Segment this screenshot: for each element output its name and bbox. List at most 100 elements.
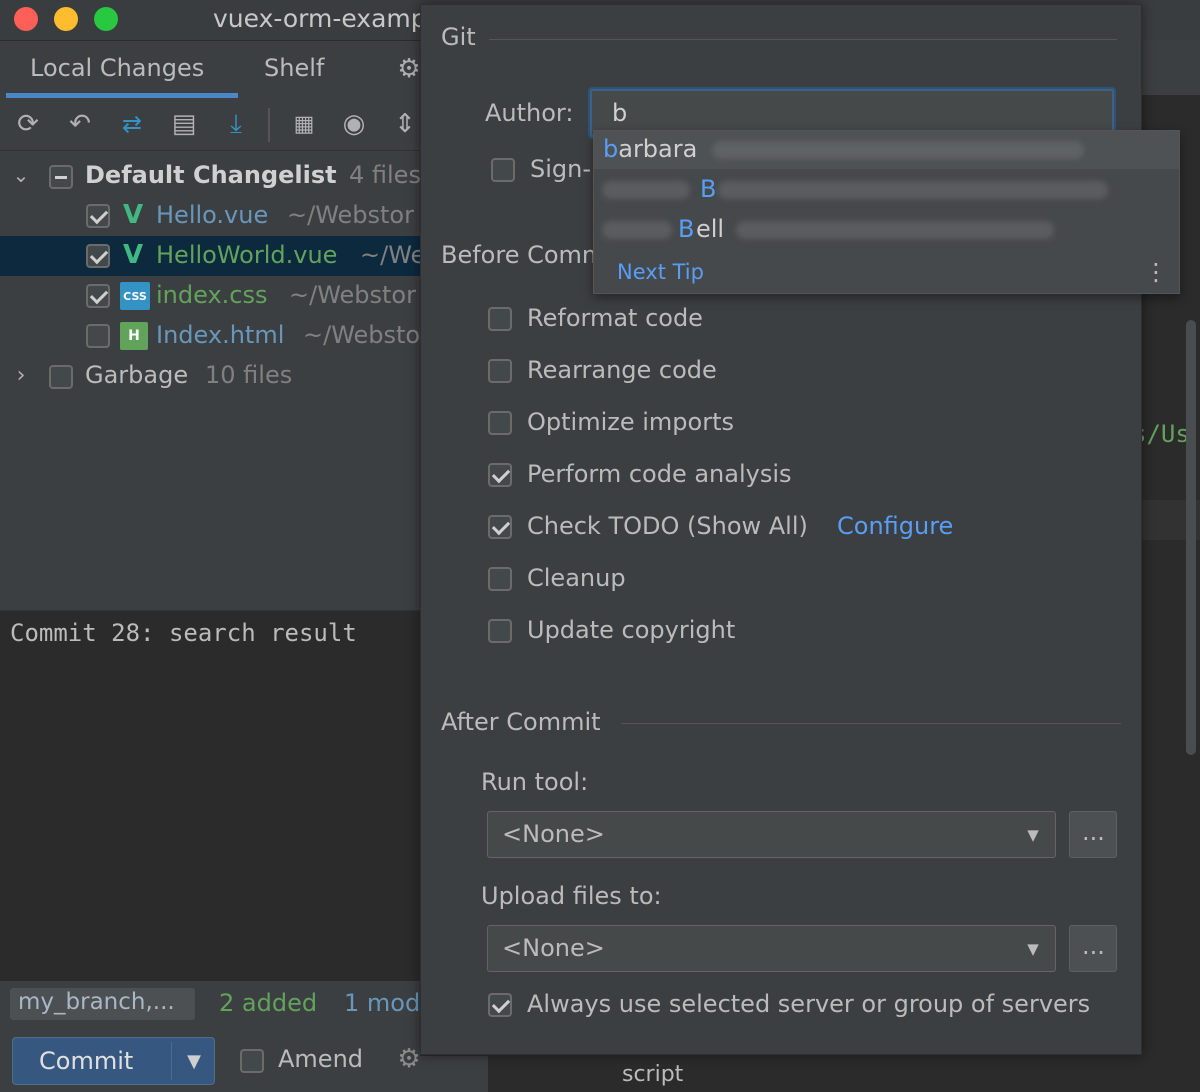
reformat-code-checkbox[interactable] xyxy=(488,307,512,331)
check-todo-checkbox[interactable] xyxy=(488,515,512,539)
before-commit-title: Before Comm xyxy=(441,241,606,269)
git-section-line xyxy=(489,39,1117,40)
changes-tree: ⌄ Default Changelist 4 files V Hello.vue… xyxy=(0,156,425,396)
autocomplete-item[interactable]: B xyxy=(594,171,1179,209)
browse-label: ... xyxy=(1082,932,1105,960)
branch-badge[interactable]: my_branch,... xyxy=(10,988,195,1020)
file-checkbox[interactable] xyxy=(86,284,110,308)
browse-label: ... xyxy=(1082,818,1105,846)
author-label: Author: xyxy=(485,99,574,127)
autocomplete-item[interactable]: barbara xyxy=(594,131,1179,169)
file-row[interactable]: H Index.html ~/Websto xyxy=(0,316,420,356)
blurred-email xyxy=(718,181,1108,199)
after-commit-line xyxy=(621,723,1121,724)
upload-browse-button[interactable]: ... xyxy=(1069,925,1117,972)
changes-toolbar: ⟳ ↶ ⇄ ▤ ⤓ ▦ ◉ ⇕ xyxy=(0,100,420,151)
file-row-selected[interactable]: V HelloWorld.vue ~/We xyxy=(0,236,425,276)
refresh-icon[interactable]: ⟳ xyxy=(12,108,44,140)
amend-checkbox[interactable] xyxy=(240,1049,264,1073)
tab-local-changes[interactable]: Local Changes xyxy=(6,44,238,98)
chevron-down-icon[interactable]: ⌄ xyxy=(8,162,34,188)
commit-button[interactable]: Commit ▼ xyxy=(12,1037,215,1085)
blurred-email xyxy=(736,221,1054,239)
added-count: 2 added xyxy=(219,989,318,1017)
file-checkbox[interactable] xyxy=(86,324,110,348)
tab-local-changes-label: Local Changes xyxy=(30,54,205,82)
always-use-checkbox[interactable] xyxy=(488,993,512,1017)
autocomplete-match: B xyxy=(700,175,717,203)
changelist-default[interactable]: ⌄ Default Changelist 4 files xyxy=(0,156,421,196)
autocomplete-rest: ell xyxy=(696,215,725,243)
blurred-name xyxy=(602,181,690,199)
run-tool-label: Run tool: xyxy=(481,768,589,796)
more-options-icon[interactable]: ⋮ xyxy=(1144,257,1168,287)
chevron-right-icon[interactable]: › xyxy=(8,362,34,388)
autocomplete-match: B xyxy=(678,215,695,243)
file-row[interactable]: CSS index.css ~/Webstor xyxy=(0,276,420,316)
chevron-down-icon: ▼ xyxy=(1027,826,1039,844)
changelist-partial-checkbox[interactable] xyxy=(49,165,73,189)
upload-value: <None> xyxy=(502,934,605,962)
editor-bottom-tab[interactable]: script xyxy=(622,1062,683,1087)
code-analysis-checkbox[interactable] xyxy=(488,463,512,487)
autocomplete-item[interactable]: B ell xyxy=(594,211,1179,249)
upload-label: Upload files to: xyxy=(481,882,662,910)
vue-file-icon: V xyxy=(122,240,144,270)
autocomplete-match: b xyxy=(603,135,619,163)
cleanup-checkbox[interactable] xyxy=(488,567,512,591)
file-checkbox[interactable] xyxy=(86,244,110,268)
configure-link[interactable]: Configure xyxy=(837,512,953,540)
changelist-name: Default Changelist xyxy=(85,161,337,189)
toolbar-divider xyxy=(268,108,270,142)
run-tool-value: <None> xyxy=(502,820,605,848)
file-name: Hello.vue xyxy=(156,201,269,229)
run-tool-select[interactable]: <None> ▼ xyxy=(487,811,1056,858)
after-commit-title: After Commit xyxy=(441,708,601,736)
active-tab-indicator xyxy=(6,93,238,98)
tab-shelf-label: Shelf xyxy=(264,54,325,82)
tab-shelf[interactable]: Shelf xyxy=(250,44,350,96)
amend-label: Amend xyxy=(278,1045,364,1073)
eye-icon[interactable]: ◉ xyxy=(338,108,370,140)
group-by-icon[interactable]: ▦ xyxy=(288,108,320,140)
editor-tab-strip xyxy=(1140,40,1200,95)
signoff-checkbox[interactable] xyxy=(491,158,515,182)
run-tool-browse-button[interactable]: ... xyxy=(1069,811,1117,858)
diff-icon[interactable]: ⇄ xyxy=(116,108,148,140)
editor-bottom-bar: script xyxy=(420,1055,1200,1092)
next-tip-link[interactable]: Next Tip xyxy=(617,260,704,284)
file-row[interactable]: V Hello.vue ~/Webstor xyxy=(0,196,420,236)
maximize-window-button[interactable] xyxy=(94,7,118,31)
expand-all-icon[interactable]: ⇕ xyxy=(390,108,420,140)
close-window-button[interactable] xyxy=(14,7,38,31)
signoff-label: Sign- xyxy=(530,155,592,183)
changelist-garbage[interactable]: › Garbage 10 files xyxy=(0,356,420,396)
optimize-imports-checkbox[interactable] xyxy=(488,411,512,435)
reformat-code-label: Reformat code xyxy=(527,304,703,332)
file-checkbox[interactable] xyxy=(86,204,110,228)
upload-select[interactable]: <None> ▼ xyxy=(487,925,1056,972)
commit-split-divider xyxy=(171,1042,172,1080)
editor-bottom-gutter xyxy=(488,1056,1200,1092)
check-todo-label: Check TODO (Show All) xyxy=(527,512,808,540)
rearrange-code-checkbox[interactable] xyxy=(488,359,512,383)
css-file-icon: CSS xyxy=(120,282,150,310)
editor-scrollbar[interactable] xyxy=(1186,320,1196,755)
author-autocomplete-popup: barbara B B ell Next Tip ⋮ xyxy=(593,130,1180,294)
modified-count: 1 mod xyxy=(344,989,421,1017)
changelist-icon[interactable]: ▤ xyxy=(168,108,200,140)
changelist-name: Garbage xyxy=(85,361,189,389)
author-input-value: b xyxy=(612,99,628,127)
commit-message-area[interactable]: Commit 28: search result xyxy=(0,610,420,981)
update-copyright-checkbox[interactable] xyxy=(488,619,512,643)
file-name: index.css xyxy=(156,281,268,309)
shelve-icon[interactable]: ⤓ xyxy=(220,108,252,140)
rollback-icon[interactable]: ↶ xyxy=(64,108,96,140)
code-analysis-label: Perform code analysis xyxy=(527,460,792,488)
chevron-down-icon[interactable]: ▼ xyxy=(179,1046,209,1076)
html-file-icon: H xyxy=(120,322,148,350)
rearrange-code-label: Rearrange code xyxy=(527,356,717,384)
git-section-title: Git xyxy=(441,23,476,51)
minimize-window-button[interactable] xyxy=(54,7,78,31)
changelist-checkbox[interactable] xyxy=(49,365,73,389)
